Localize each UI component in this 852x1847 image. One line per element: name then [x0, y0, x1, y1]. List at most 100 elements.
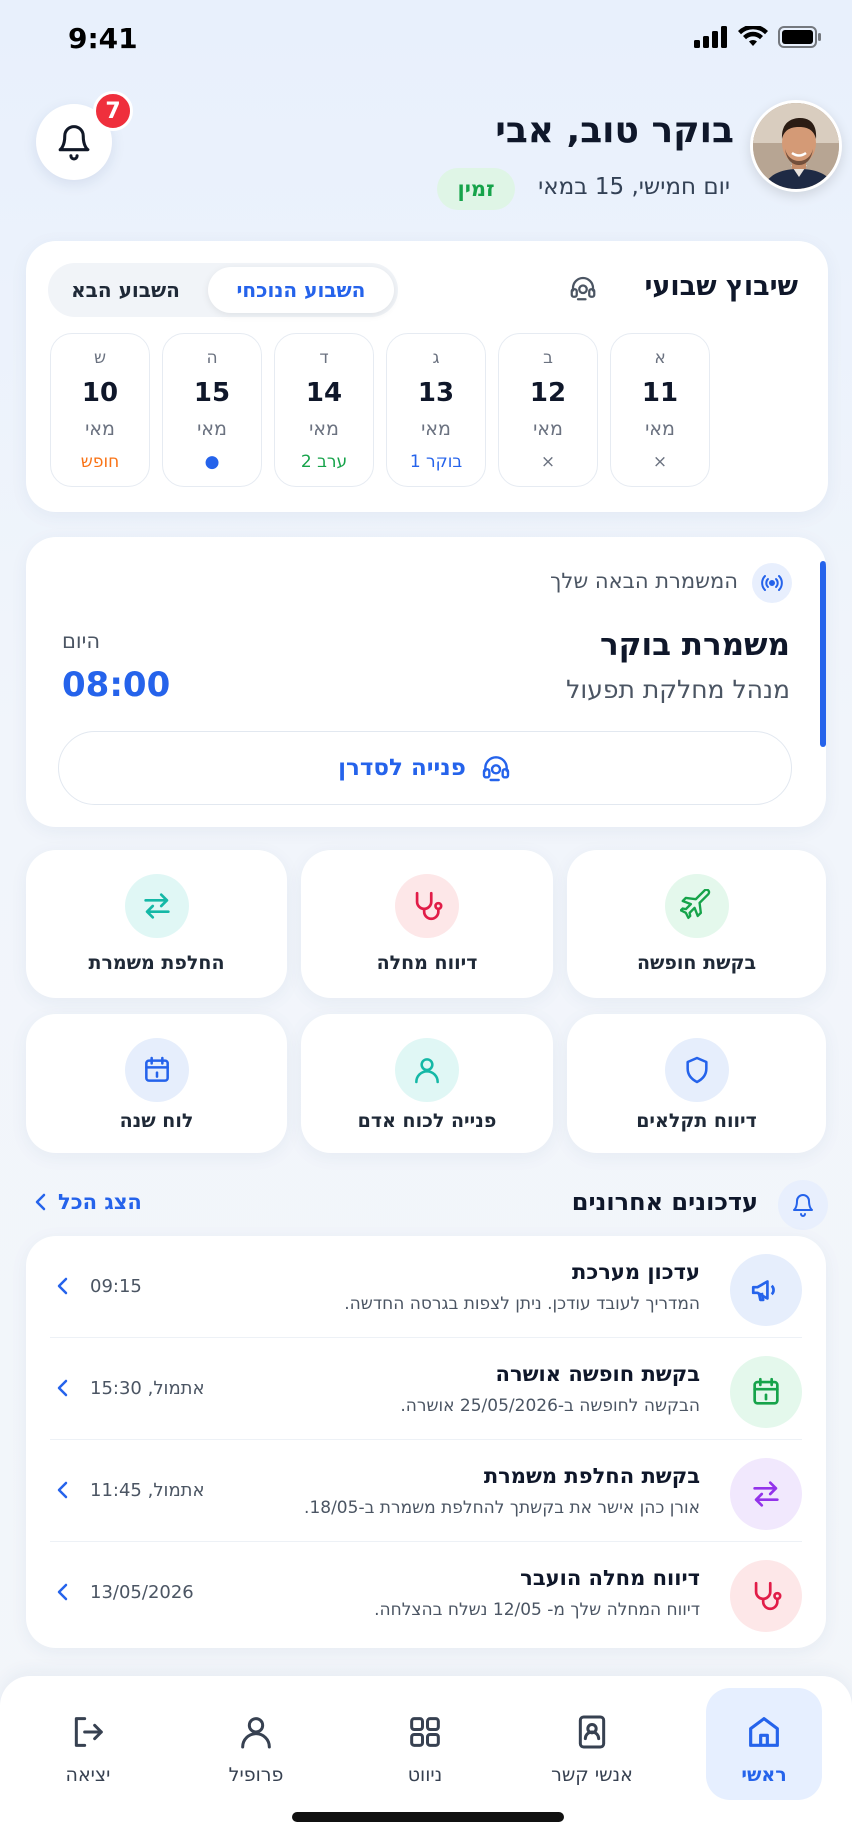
day-status: × [652, 452, 668, 472]
week-toggle: השבוע הבא השבוע הנוכחי [48, 263, 398, 317]
update-time: 13/05/2026 [90, 1582, 194, 1603]
shift-name: משמרת בוקר [599, 627, 790, 663]
day-month: מאי [309, 418, 339, 440]
signal-icon [694, 26, 727, 48]
plane-icon [664, 874, 729, 938]
shield-icon [664, 1038, 729, 1102]
broadcast-icon [752, 563, 792, 603]
status-icons [694, 26, 822, 48]
bell-icon [58, 125, 90, 161]
swap-icon [730, 1458, 802, 1530]
day-month: מאי [197, 418, 227, 440]
day-status: ערב 2 [300, 452, 348, 472]
tab-next-week[interactable]: השבוע הבא [48, 263, 203, 317]
nav-item-navigation[interactable]: ניווט [367, 1688, 483, 1800]
day-cell-thu[interactable]: ה 15 מאי ● [162, 333, 262, 487]
shift-time: 08:00 [62, 665, 171, 705]
status-bar: 9:41 [0, 20, 852, 60]
chevron-left-icon [57, 1583, 68, 1601]
nav-item-logout[interactable]: יציאה [30, 1688, 146, 1800]
update-item[interactable]: בקשת החלפת משמרת אורן כהן אישר את בקשתך … [26, 1440, 826, 1542]
greeting-title: בוקר טוב, אבי [495, 110, 734, 151]
next-shift-label: המשמרת הבאה שלך [550, 569, 738, 593]
avatar[interactable] [750, 100, 842, 192]
accent-bar [820, 561, 826, 747]
tab-current-week[interactable]: השבוע הנוכחי [208, 267, 394, 313]
day-cell-sat[interactable]: ש 10 מאי חופש [50, 333, 150, 487]
day-letter: ב [543, 348, 553, 368]
show-all-link[interactable]: הצג הכל [34, 1190, 142, 1214]
day-letter: ש [93, 348, 107, 368]
day-letter: ה [206, 348, 218, 368]
update-item[interactable]: בקשת חופשה אושרה הבקשה לחופשה ב-25/05/20… [26, 1338, 826, 1440]
day-number: 11 [641, 378, 679, 408]
person-icon [395, 1038, 459, 1102]
sick-report-tile[interactable]: דיווח מחלה [301, 850, 553, 998]
bell-icon [778, 1180, 828, 1230]
day-number: 14 [305, 378, 343, 408]
nav-label-logout: יציאה [65, 1764, 111, 1786]
day-status: × [540, 452, 556, 472]
profile-icon [241, 1717, 271, 1749]
update-description: דיווח המחלה שלך מ- 12/05 נשלח בהצלחה. [374, 1600, 700, 1620]
calendar-icon [124, 1038, 189, 1102]
day-month: מאי [533, 418, 563, 440]
shift-swap-tile[interactable]: החלפת משמרת [26, 850, 287, 998]
home-icon [749, 1717, 779, 1747]
day-cell-sun[interactable]: א 11 מאי × [610, 333, 710, 487]
chevron-left-icon [35, 1193, 46, 1211]
update-item[interactable]: דיווח מחלה הועבר דיווח המחלה שלך מ- 12/0… [26, 1542, 826, 1644]
grid-icon [410, 1717, 440, 1747]
nav-item-home[interactable]: ראשי [706, 1688, 822, 1800]
calendar-tile[interactable]: לוח שנה [26, 1014, 287, 1153]
day-cell-mon[interactable]: ב 12 מאי × [498, 333, 598, 487]
update-description: המדריך לעובד עודכן. ניתן לצפות בגרסה החד… [344, 1294, 700, 1314]
day-cell-wed[interactable]: ד 14 מאי ערב 2 [274, 333, 374, 487]
stethoscope-icon [730, 1560, 802, 1632]
update-description: הבקשה לחופשה ב-25/05/2026 אושרה. [400, 1396, 700, 1416]
swap-icon [124, 874, 189, 938]
day-month: מאי [645, 418, 675, 440]
contacts-icon [578, 1715, 606, 1749]
avatar-image [753, 103, 839, 189]
availability-badge[interactable]: זמין [437, 168, 515, 210]
day-month: מאי [85, 418, 115, 440]
app-screen: 9:41 7 בוקר טוב, אבי יום חמישי, 15 במאי … [0, 0, 852, 1847]
nav-item-profile[interactable]: פרופיל [198, 1688, 314, 1800]
updates-title: עדכונים אחרונים [571, 1188, 758, 1216]
day-letter: א [654, 348, 666, 368]
nav-label-navigation: ניווט [407, 1764, 443, 1786]
chevron-left-icon [57, 1481, 68, 1499]
sick-report-label: דיווח מחלה [376, 952, 478, 974]
day-month: מאי [421, 418, 451, 440]
update-description: אורן כהן אישר את בקשתך להחלפת משמרת ב-18… [304, 1498, 700, 1518]
nav-item-contacts[interactable]: אנשי קשר [534, 1688, 650, 1800]
notification-badge: 7 [93, 91, 133, 131]
calendar-icon [730, 1356, 802, 1428]
chevron-left-icon [57, 1379, 68, 1397]
contact-scheduler-button[interactable]: פנייה לסדרן [58, 731, 792, 805]
hr-request-tile[interactable]: פנייה לכוח אדם [301, 1014, 553, 1153]
battery-icon [778, 26, 821, 48]
day-status: חופש [80, 452, 120, 472]
day-number: 13 [417, 378, 455, 408]
stethoscope-icon [395, 874, 459, 938]
update-time: אתמול, 15:30 [90, 1378, 205, 1399]
nav-label-home: ראשי [741, 1764, 787, 1786]
show-all-label: הצג הכל [58, 1190, 142, 1214]
update-time: אתמול, 11:45 [90, 1480, 205, 1501]
update-title: בקשת החלפת משמרת [483, 1464, 700, 1488]
nav-label-contacts: אנשי קשר [551, 1764, 633, 1786]
headset-icon [568, 273, 598, 307]
megaphone-icon [730, 1254, 802, 1326]
fault-report-tile[interactable]: דיווח תקלאים [567, 1014, 826, 1153]
update-title: דיווח מחלה הועבר [520, 1566, 700, 1590]
day-cell-tue[interactable]: ג 13 מאי בוקר 1 [386, 333, 486, 487]
home-indicator [292, 1812, 564, 1822]
vacation-request-tile[interactable]: בקשת חופשה [567, 850, 826, 998]
update-item[interactable]: עדכון מערכת המדריך לעובד עודכן. ניתן לצפ… [26, 1236, 826, 1338]
update-title: עדכון מערכת [571, 1260, 700, 1284]
contact-scheduler-label: פנייה לסדרן [338, 755, 466, 781]
shift-day: היום [62, 629, 101, 653]
day-number: 12 [529, 378, 567, 408]
